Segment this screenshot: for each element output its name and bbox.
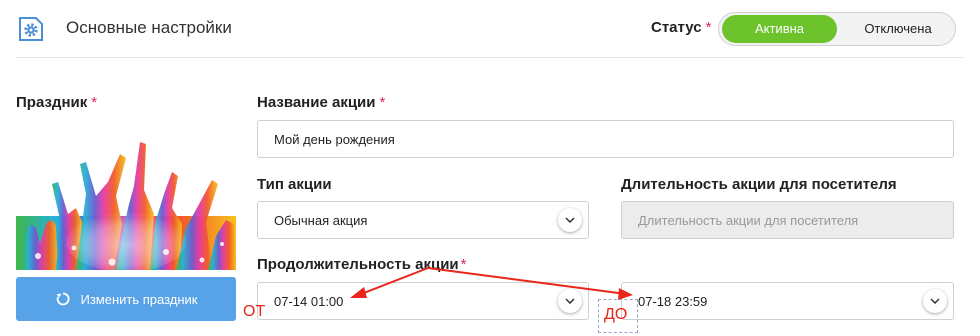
- divider: [16, 57, 964, 58]
- promo-type-select[interactable]: Обычная акция: [257, 201, 589, 239]
- chevron-down-icon[interactable]: [923, 289, 947, 313]
- annotation-from: ОТ: [243, 303, 266, 320]
- visitor-duration-label: Длительность акции для посетителя: [621, 176, 897, 193]
- promo-period-label-text: Продолжительность акции: [257, 256, 459, 273]
- required-mark: *: [460, 256, 467, 273]
- status-toggle[interactable]: Активна Отключена: [718, 12, 956, 46]
- change-holiday-button[interactable]: Изменить праздник: [16, 277, 236, 321]
- change-holiday-label: Изменить праздник: [80, 291, 198, 307]
- settings-gear-icon: [16, 14, 46, 44]
- holiday-label-text: Праздник: [16, 94, 88, 111]
- chevron-down-icon[interactable]: [558, 208, 582, 232]
- promo-name-label: Название акции *: [257, 94, 385, 111]
- period-to-value: 07-18 23:59: [638, 293, 708, 309]
- promo-name-label-text: Название акции: [257, 94, 376, 111]
- visitor-duration-input: Длительность акции для посетителя: [621, 201, 954, 239]
- status-label-text: Статус: [651, 19, 702, 36]
- promo-name-value: Мой день рождения: [274, 131, 395, 147]
- promo-name-input[interactable]: Мой день рождения: [257, 120, 954, 158]
- period-from-select[interactable]: 07-14 01:00: [257, 282, 589, 320]
- period-from-value: 07-14 01:00: [274, 293, 344, 309]
- refresh-icon: [56, 292, 69, 306]
- page-title: Основные настройки: [66, 18, 232, 37]
- annotation-to: ДО: [604, 306, 628, 323]
- visitor-duration-placeholder: Длительность акции для посетителя: [638, 212, 859, 228]
- required-mark: *: [705, 19, 712, 36]
- holiday-image: [16, 124, 236, 270]
- chevron-down-icon[interactable]: [558, 289, 582, 313]
- status-active-button[interactable]: Активна: [722, 15, 837, 43]
- period-to-select[interactable]: 07-18 23:59: [621, 282, 954, 320]
- status-inactive-button[interactable]: Отключена: [844, 15, 952, 43]
- holiday-label: Праздник *: [16, 94, 97, 111]
- required-mark: *: [379, 94, 386, 111]
- promo-period-label: Продолжительность акции *: [257, 256, 467, 273]
- status-label: Статус *: [651, 19, 711, 36]
- promo-type-label: Тип акции: [257, 176, 332, 193]
- required-mark: *: [91, 94, 98, 111]
- promo-type-value: Обычная акция: [274, 212, 368, 228]
